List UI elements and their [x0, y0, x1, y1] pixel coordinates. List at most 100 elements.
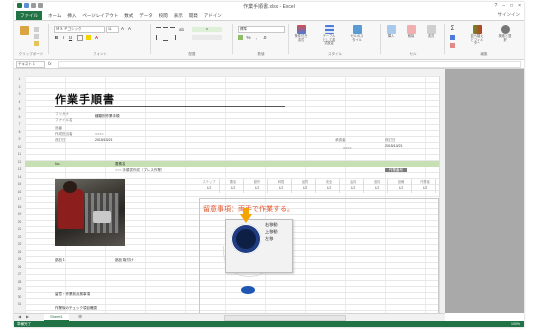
- row-number[interactable]: 12: [14, 160, 25, 164]
- row-number[interactable]: 16: [14, 190, 25, 194]
- tab-insert[interactable]: 挿入: [67, 13, 76, 19]
- sort-filter-button[interactable]: 並べ替えとフィルター: [470, 25, 484, 46]
- conditional-format-button[interactable]: 条件付き書式: [294, 25, 308, 42]
- comma-icon[interactable]: ,: [254, 35, 259, 40]
- tab-addins[interactable]: アドイン: [204, 13, 222, 19]
- row-number[interactable]: 15: [14, 182, 25, 186]
- zoom-level[interactable]: 100%: [511, 321, 520, 327]
- shrink-font-icon[interactable]: A: [127, 26, 132, 31]
- help-button[interactable]: ?: [494, 3, 497, 9]
- row-number[interactable]: 8: [14, 130, 25, 134]
- row-number[interactable]: 3: [14, 92, 25, 96]
- row-number[interactable]: 1: [14, 77, 25, 81]
- tab-file[interactable]: ファイル: [16, 11, 42, 20]
- cut-icon[interactable]: [34, 27, 39, 32]
- currency-icon[interactable]: [238, 35, 243, 40]
- align-center-icon[interactable]: [163, 35, 168, 41]
- name-box[interactable]: テキスト 1: [16, 61, 45, 68]
- delete-cells-button[interactable]: 削除: [404, 25, 418, 39]
- popup-item-right[interactable]: 右移動: [265, 222, 278, 228]
- orientation-icon[interactable]: ab: [179, 27, 184, 32]
- row-number[interactable]: 9: [14, 137, 25, 141]
- row-note-value[interactable]: 部品 取付け: [115, 258, 133, 262]
- row-number[interactable]: 6: [14, 115, 25, 119]
- date-value[interactable]: 2015/10/21: [385, 144, 403, 148]
- autosum-icon[interactable]: Σ: [450, 26, 455, 32]
- copy-icon[interactable]: [34, 34, 39, 39]
- row-number[interactable]: 24: [14, 250, 25, 254]
- step-cell[interactable]: 治具 1/2: [343, 179, 364, 193]
- step-cell[interactable]: 要素 1/2: [223, 179, 244, 193]
- increase-decimal-icon[interactable]: .0: [262, 35, 267, 40]
- format-cells-button[interactable]: 書式: [424, 25, 438, 39]
- sheet-tab[interactable]: Sheet1: [44, 314, 69, 321]
- minimize-button[interactable]: –: [502, 3, 505, 9]
- align-bottom-icon[interactable]: [170, 27, 175, 33]
- tab-view[interactable]: 表示: [174, 13, 183, 19]
- step-cell[interactable]: 作業者 1/2: [415, 179, 436, 193]
- tab-developer[interactable]: 開発: [189, 13, 198, 19]
- row-number[interactable]: 17: [14, 197, 25, 201]
- fill-icon[interactable]: [450, 35, 455, 40]
- tab-formulas[interactable]: 数式: [124, 13, 133, 19]
- row-number[interactable]: 20: [14, 220, 25, 224]
- row-number[interactable]: 22: [14, 235, 25, 239]
- row-number[interactable]: 25: [14, 257, 25, 261]
- wrap-text-button[interactable]: ≡: [192, 27, 222, 32]
- row-number[interactable]: 14: [14, 175, 25, 179]
- next-sheet-icon[interactable]: ▶: [26, 314, 29, 319]
- field-value[interactable]: 種類別作業手順: [95, 114, 120, 118]
- step-cell[interactable]: 時間 1/2: [271, 179, 292, 193]
- align-right-icon[interactable]: [170, 35, 176, 40]
- font-name-select[interactable]: ＭＳ Ｐゴシック: [54, 26, 105, 33]
- fx-icon[interactable]: fx: [48, 61, 52, 66]
- fill-color-icon[interactable]: [86, 35, 91, 40]
- align-left-icon[interactable]: [156, 35, 162, 40]
- number-format-select[interactable]: 標準: [238, 26, 285, 33]
- row-number[interactable]: 7: [14, 122, 25, 126]
- format-as-table-button[interactable]: テーブルとして書式設定: [322, 25, 336, 46]
- step-cell[interactable]: 道具 1/2: [367, 179, 388, 193]
- maximize-button[interactable]: □: [510, 3, 513, 9]
- row-number[interactable]: 4: [14, 100, 25, 104]
- find-select-button[interactable]: 検索と選択: [498, 25, 512, 42]
- align-middle-icon[interactable]: [163, 27, 168, 33]
- step-cell[interactable]: 品質 1/2: [295, 179, 316, 193]
- cell-styles-button[interactable]: セルのスタイル: [350, 25, 364, 42]
- field-value[interactable]: ○○○○: [95, 132, 103, 136]
- add-sheet-icon[interactable]: ⊕: [78, 314, 82, 320]
- row-number[interactable]: 2: [14, 85, 25, 89]
- clear-icon[interactable]: [450, 43, 455, 48]
- tab-data[interactable]: データ: [139, 13, 153, 19]
- row-number[interactable]: 18: [14, 205, 25, 209]
- row-number[interactable]: 11: [14, 152, 25, 156]
- popup-item-left[interactable]: 左移: [265, 236, 273, 242]
- underline-icon[interactable]: U: [68, 35, 73, 40]
- font-color-icon[interactable]: A: [94, 35, 99, 40]
- grow-font-icon[interactable]: A: [120, 26, 125, 31]
- row-number[interactable]: 28: [14, 280, 25, 284]
- row-number[interactable]: 13: [14, 167, 25, 171]
- row-number[interactable]: 5: [14, 107, 25, 111]
- step-cell[interactable]: ステップ 1/2: [199, 179, 220, 193]
- tab-page-layout[interactable]: ページレイアウト: [82, 13, 118, 19]
- prev-sheet-icon[interactable]: ◀: [18, 314, 21, 319]
- row-number[interactable]: 31: [14, 302, 25, 306]
- tab-home[interactable]: ホーム: [48, 13, 61, 19]
- insert-cells-button[interactable]: 挿入: [384, 25, 398, 39]
- worksheet-grid[interactable]: 作業手順書 フリガナ ファイル名 種類別作業手順 品番 作成担当者 ○○○○ 改…: [25, 76, 445, 313]
- approval-value[interactable]: ○○○○: [343, 146, 351, 150]
- row-number[interactable]: 19: [14, 212, 25, 216]
- tab-review[interactable]: 校閲: [159, 13, 168, 19]
- step-cell[interactable]: 動作 1/2: [247, 179, 268, 193]
- percent-icon[interactable]: %: [246, 35, 251, 40]
- step-cell[interactable]: 設備 1/2: [391, 179, 412, 193]
- align-top-icon[interactable]: [156, 27, 161, 33]
- row-number[interactable]: 29: [14, 287, 25, 291]
- popup-item-up[interactable]: 上移動: [265, 229, 278, 235]
- italic-icon[interactable]: I: [61, 35, 66, 40]
- row-number[interactable]: 26: [14, 265, 25, 269]
- row-number[interactable]: 10: [14, 145, 25, 149]
- border-icon[interactable]: [77, 35, 83, 41]
- formula-input[interactable]: [58, 61, 521, 68]
